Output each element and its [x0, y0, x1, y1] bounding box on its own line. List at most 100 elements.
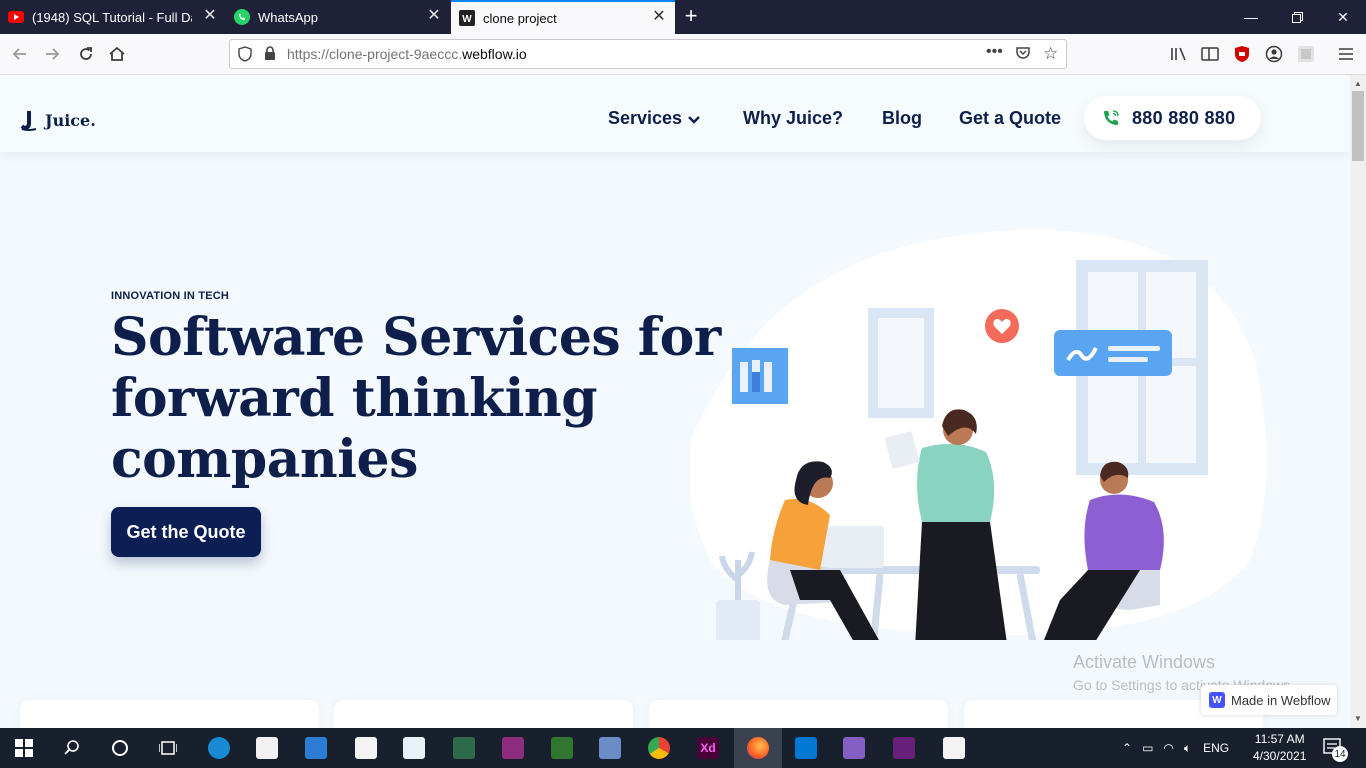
- start-button[interactable]: [0, 728, 48, 768]
- service-card: [334, 700, 633, 728]
- home-button[interactable]: [105, 42, 129, 66]
- chevron-down-icon: [688, 108, 700, 129]
- taskbar-edge[interactable]: [195, 728, 243, 768]
- battery-icon[interactable]: ▭: [1142, 741, 1153, 755]
- tab-youtube[interactable]: (1948) SQL Tutorial - Full Datab ✕: [0, 0, 226, 34]
- reader-view-icon[interactable]: [1198, 42, 1222, 66]
- minimize-button[interactable]: —: [1228, 0, 1274, 34]
- webflow-icon: W: [459, 10, 475, 26]
- tab-label: clone project: [483, 10, 557, 26]
- gns-icon: [453, 737, 475, 759]
- get-the-quote-button[interactable]: Get the Quote: [111, 507, 261, 557]
- tray-chevron-icon[interactable]: ⌃: [1122, 741, 1132, 755]
- search-button[interactable]: [48, 728, 96, 768]
- made-in-webflow-badge[interactable]: W Made in Webflow: [1201, 685, 1337, 715]
- laptop: [820, 526, 884, 568]
- nav-services[interactable]: Services: [608, 108, 700, 129]
- chart-card-bar: [764, 362, 772, 392]
- cortana-button[interactable]: [96, 728, 144, 768]
- browser-tab-strip: (1948) SQL Tutorial - Full Datab ✕ Whats…: [0, 0, 1366, 34]
- ublock-icon[interactable]: [1230, 42, 1254, 66]
- reload-button[interactable]: [74, 42, 98, 66]
- nav-why-juice[interactable]: Why Juice?: [743, 108, 843, 129]
- phone-button[interactable]: 880 880 880: [1084, 96, 1261, 140]
- taskbar-winrar[interactable]: [489, 728, 537, 768]
- close-tab-icon[interactable]: ✕: [651, 9, 667, 25]
- tab-whatsapp[interactable]: WhatsApp ✕: [226, 0, 450, 34]
- back-button[interactable]: [8, 42, 32, 66]
- taskbar-vscode[interactable]: [782, 728, 830, 768]
- close-tab-icon[interactable]: ✕: [426, 8, 442, 24]
- taskbar-access[interactable]: [342, 728, 390, 768]
- mail-icon: [305, 737, 327, 759]
- tab-clone-project[interactable]: W clone project ✕: [451, 0, 675, 34]
- taskbar-chrome[interactable]: [635, 728, 683, 768]
- language-indicator[interactable]: ENG: [1203, 741, 1229, 755]
- svg-text:W: W: [462, 14, 472, 25]
- headline-line: companies: [111, 429, 418, 490]
- taskbar-feather[interactable]: [390, 728, 438, 768]
- volume-icon[interactable]: 🔈︎: [1184, 741, 1191, 756]
- windows-taskbar: Xd ⌃ ▭ ◠ 🔈︎ ENG 11:57 AM 4/30/2021 14: [0, 728, 1366, 768]
- task-view-button[interactable]: [144, 728, 192, 768]
- taskbar-project[interactable]: [538, 728, 586, 768]
- phone-number: 880 880 880: [1132, 108, 1236, 128]
- pocket-icon[interactable]: [1015, 45, 1031, 66]
- taskbar-app[interactable]: [930, 728, 978, 768]
- shield-icon[interactable]: [238, 46, 252, 67]
- edge-icon: [208, 737, 230, 759]
- restore-button[interactable]: [1274, 0, 1320, 34]
- notifications-button[interactable]: 14: [1322, 736, 1348, 765]
- taskbar-visual-studio-2[interactable]: [880, 728, 928, 768]
- library-icon[interactable]: [1167, 42, 1191, 66]
- site-logo[interactable]: Juice.: [20, 109, 96, 131]
- scroll-down-arrow-icon[interactable]: ▼: [1350, 712, 1366, 726]
- hero-headline: Software Services for forward thinking c…: [111, 307, 721, 490]
- extension-icon[interactable]: [1294, 42, 1318, 66]
- logo-text: Juice.: [45, 110, 96, 130]
- nav-blog[interactable]: Blog: [882, 108, 922, 129]
- taskbar-mail[interactable]: [292, 728, 340, 768]
- task-view-icon: [159, 741, 177, 755]
- taskbar-store[interactable]: [243, 728, 291, 768]
- headline-line: Software Services for: [111, 307, 721, 368]
- visual-studio-icon: [893, 737, 915, 759]
- nav-get-a-quote[interactable]: Get a Quote: [959, 108, 1061, 129]
- page-scrollbar[interactable]: ▲ ▼: [1350, 75, 1366, 728]
- store-icon: [256, 737, 278, 759]
- close-window-button[interactable]: ✕: [1320, 0, 1366, 34]
- scroll-up-arrow-icon[interactable]: ▲: [1350, 77, 1366, 91]
- tab-label: (1948) SQL Tutorial - Full Datab: [32, 9, 192, 25]
- man-shirt: [1084, 494, 1164, 570]
- bookmark-star-icon[interactable]: ☆: [1043, 44, 1058, 64]
- url-domain: webflow.io: [462, 46, 527, 62]
- taskbar-firefox[interactable]: [734, 728, 782, 768]
- new-tab-button[interactable]: +: [680, 5, 702, 28]
- headline-line: forward thinking: [111, 368, 598, 429]
- visual-studio-icon: [843, 737, 865, 759]
- account-icon[interactable]: [1262, 42, 1286, 66]
- chrome-icon: [648, 737, 670, 759]
- scrollbar-thumb[interactable]: [1352, 91, 1364, 161]
- site-navbar: Juice. Services Why Juice? Blog Get a Qu…: [0, 75, 1350, 152]
- taskbar-clock[interactable]: 11:57 AM 4/30/2021: [1253, 731, 1306, 765]
- taskbar-xd[interactable]: Xd: [684, 728, 732, 768]
- message-card-line: [1108, 357, 1148, 362]
- url-text: https://clone-project-9aeccc.webflow.io: [287, 46, 527, 62]
- page-actions-icon[interactable]: •••: [986, 43, 1003, 61]
- address-bar[interactable]: https://clone-project-9aeccc.webflow.io …: [229, 39, 1067, 69]
- menu-icon[interactable]: [1334, 42, 1358, 66]
- taskbar-file[interactable]: [586, 728, 634, 768]
- lock-icon[interactable]: [264, 46, 276, 66]
- window-pane-small: [878, 318, 924, 408]
- close-tab-icon[interactable]: ✕: [202, 8, 218, 24]
- forward-button[interactable]: [40, 42, 64, 66]
- taskbar-visual-studio[interactable]: [830, 728, 878, 768]
- taskbar-gns[interactable]: [440, 728, 488, 768]
- clock-time: 11:57 AM: [1254, 732, 1305, 746]
- nav-services-label: Services: [608, 108, 683, 128]
- message-card-line: [1108, 346, 1160, 351]
- file-icon: [599, 737, 621, 759]
- activate-title: Activate Windows: [1073, 652, 1216, 672]
- wifi-icon[interactable]: ◠: [1163, 741, 1173, 755]
